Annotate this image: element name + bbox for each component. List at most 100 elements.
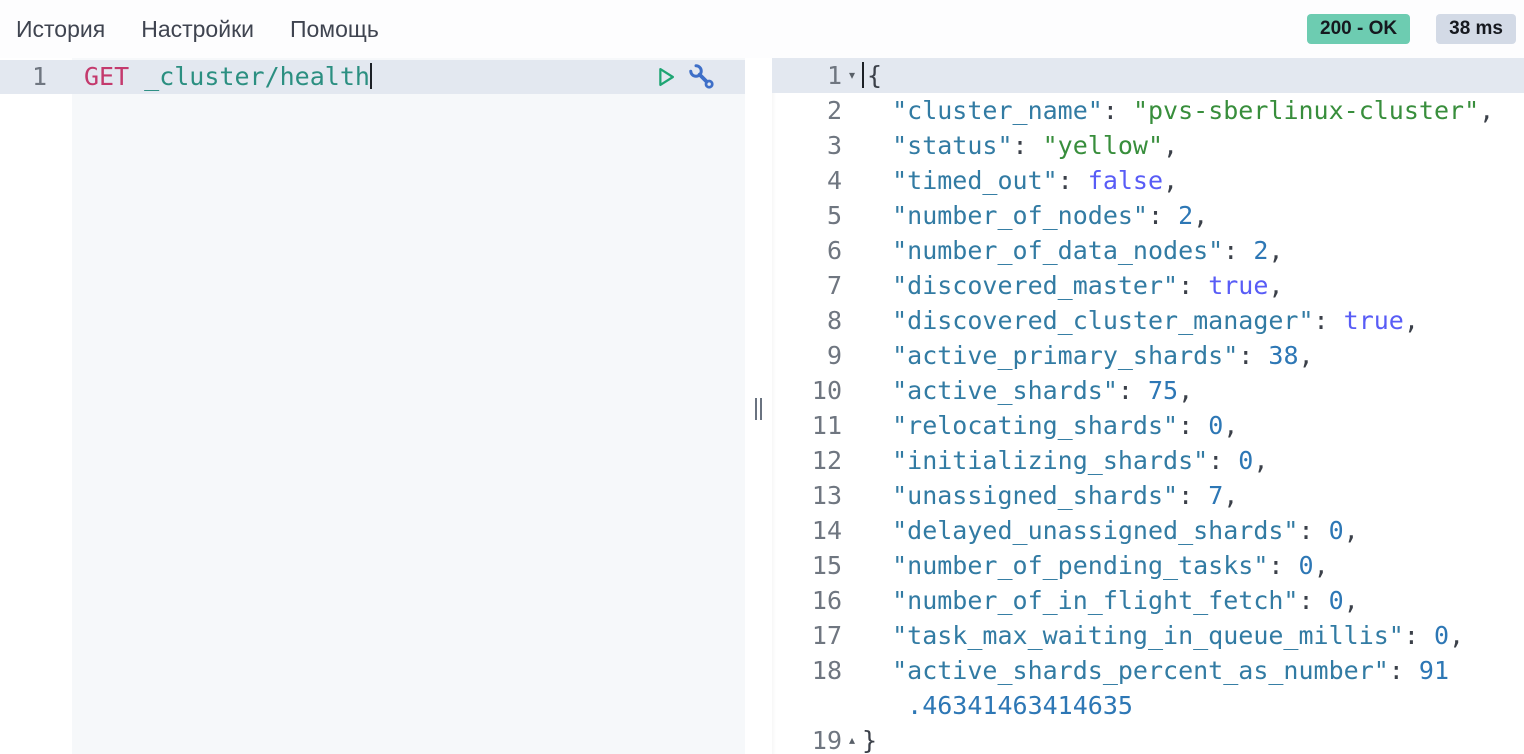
line-number: 7 (772, 268, 842, 303)
response-line[interactable]: 9 "active_primary_shards": 38, (772, 338, 1524, 373)
line-number: 3 (772, 128, 842, 163)
console-toolbar: История Настройки Помощь 200 - OK 38 ms (0, 0, 1524, 58)
response-line[interactable]: 8 "discovered_cluster_manager": true, (772, 303, 1524, 338)
fold-spacer (842, 268, 862, 303)
code-text: "status": "yellow", (862, 128, 1178, 163)
request-text: GET _cluster/health (72, 60, 372, 94)
code-text: "timed_out": false, (862, 163, 1178, 198)
line-number: 19 (772, 723, 842, 754)
fold-spacer (842, 478, 862, 513)
line-number: 16 (772, 583, 842, 618)
code-text: "number_of_in_flight_fetch": 0, (862, 583, 1359, 618)
code-text: "delayed_unassigned_shards": 0, (862, 513, 1359, 548)
line-number: 12 (772, 443, 842, 478)
code-text: "number_of_nodes": 2, (862, 198, 1208, 233)
fold-spacer (842, 93, 862, 128)
response-line[interactable]: 14 "delayed_unassigned_shards": 0, (772, 513, 1524, 548)
response-line[interactable]: 6 "number_of_data_nodes": 2, (772, 233, 1524, 268)
fold-spacer (842, 233, 862, 268)
response-line[interactable]: 12 "initializing_shards": 0, (772, 443, 1524, 478)
code-text: "initializing_shards": 0, (862, 443, 1268, 478)
fold-spacer (842, 338, 862, 373)
line-number: 1 (772, 58, 842, 93)
response-line[interactable]: 3 "status": "yellow", (772, 128, 1524, 163)
line-number: 11 (772, 408, 842, 443)
response-line[interactable]: 13 "unassigned_shards": 7, (772, 478, 1524, 513)
line-number: 4 (772, 163, 842, 198)
request-path: _cluster/health (144, 62, 370, 91)
line-number: 10 (772, 373, 842, 408)
response-line[interactable]: 1▾{ (772, 58, 1524, 93)
response-line[interactable]: 19▴} (772, 723, 1524, 754)
http-method: GET (84, 62, 129, 91)
fold-spacer (842, 618, 862, 653)
code-text: "unassigned_shards": 7, (862, 478, 1238, 513)
fold-spacer (842, 373, 862, 408)
response-time-badge: 38 ms (1436, 14, 1516, 44)
fold-spacer (842, 408, 862, 443)
response-line[interactable]: 15 "number_of_pending_tasks": 0, (772, 548, 1524, 583)
code-text: "active_shards_percent_as_number": 91 (862, 653, 1449, 688)
code-text: "active_shards": 75, (862, 373, 1193, 408)
code-text: .46341463414635 (862, 688, 1133, 723)
response-line[interactable]: 10 "active_shards": 75, (772, 373, 1524, 408)
status-code-badge: 200 - OK (1307, 14, 1410, 44)
response-line[interactable]: .46341463414635 (772, 688, 1524, 723)
console-menu: История Настройки Помощь (16, 16, 415, 43)
drag-handle-icon[interactable] (755, 398, 762, 420)
menu-help[interactable]: Помощь (290, 16, 379, 43)
fold-toggle-icon[interactable]: ▴ (842, 723, 862, 754)
code-text: "discovered_cluster_manager": true, (862, 303, 1419, 338)
panel-divider[interactable] (745, 58, 772, 754)
text-cursor (862, 62, 864, 88)
response-line[interactable]: 2 "cluster_name": "pvs-sberlinux-cluster… (772, 93, 1524, 128)
fold-spacer (842, 303, 862, 338)
line-number: 9 (772, 338, 842, 373)
code-text: "cluster_name": "pvs-sberlinux-cluster", (862, 93, 1494, 128)
response-editor[interactable]: 1▾{2 "cluster_name": "pvs-sberlinux-clus… (772, 58, 1524, 754)
code-text: "active_primary_shards": 38, (862, 338, 1314, 373)
code-text: "relocating_shards": 0, (862, 408, 1238, 443)
line-number: 14 (772, 513, 842, 548)
response-line[interactable]: 5 "number_of_nodes": 2, (772, 198, 1524, 233)
fold-spacer (842, 688, 862, 723)
line-number: 17 (772, 618, 842, 653)
code-text: "number_of_pending_tasks": 0, (862, 548, 1329, 583)
menu-history[interactable]: История (16, 16, 105, 43)
code-text: } (862, 723, 877, 754)
send-request-icon[interactable] (652, 63, 678, 91)
response-line[interactable]: 4 "timed_out": false, (772, 163, 1524, 198)
code-text: "discovered_master": true, (862, 268, 1283, 303)
fold-spacer (842, 198, 862, 233)
code-text: { (862, 58, 882, 93)
response-lines: 1▾{2 "cluster_name": "pvs-sberlinux-clus… (772, 58, 1524, 754)
line-number: 6 (772, 233, 842, 268)
response-line[interactable]: 7 "discovered_master": true, (772, 268, 1524, 303)
code-text: "task_max_waiting_in_queue_millis": 0, (862, 618, 1464, 653)
response-status-group: 200 - OK 38 ms (1307, 14, 1516, 44)
request-actions (652, 62, 717, 92)
text-cursor (370, 63, 372, 89)
fold-spacer (842, 583, 862, 618)
line-number: 8 (772, 303, 842, 338)
fold-spacer (842, 548, 862, 583)
code-text: "number_of_data_nodes": 2, (862, 233, 1283, 268)
line-number: 15 (772, 548, 842, 583)
fold-spacer (842, 443, 862, 478)
response-line[interactable]: 11 "relocating_shards": 0, (772, 408, 1524, 443)
request-editor[interactable]: 1 GET _cluster/health (0, 58, 745, 754)
line-number: 5 (772, 198, 842, 233)
response-line[interactable]: 18 "active_shards_percent_as_number": 91 (772, 653, 1524, 688)
fold-toggle-icon[interactable]: ▾ (842, 58, 862, 93)
response-line[interactable]: 16 "number_of_in_flight_fetch": 0, (772, 583, 1524, 618)
response-line[interactable]: 17 "task_max_waiting_in_queue_millis": 0… (772, 618, 1524, 653)
line-number: 13 (772, 478, 842, 513)
wrench-icon[interactable] (687, 62, 717, 92)
menu-settings[interactable]: Настройки (141, 16, 254, 43)
request-line[interactable]: 1 GET _cluster/health (0, 60, 745, 94)
line-number: 18 (772, 653, 842, 688)
line-number: 1 (0, 60, 72, 94)
fold-spacer (842, 163, 862, 198)
fold-spacer (842, 653, 862, 688)
fold-spacer (842, 128, 862, 163)
